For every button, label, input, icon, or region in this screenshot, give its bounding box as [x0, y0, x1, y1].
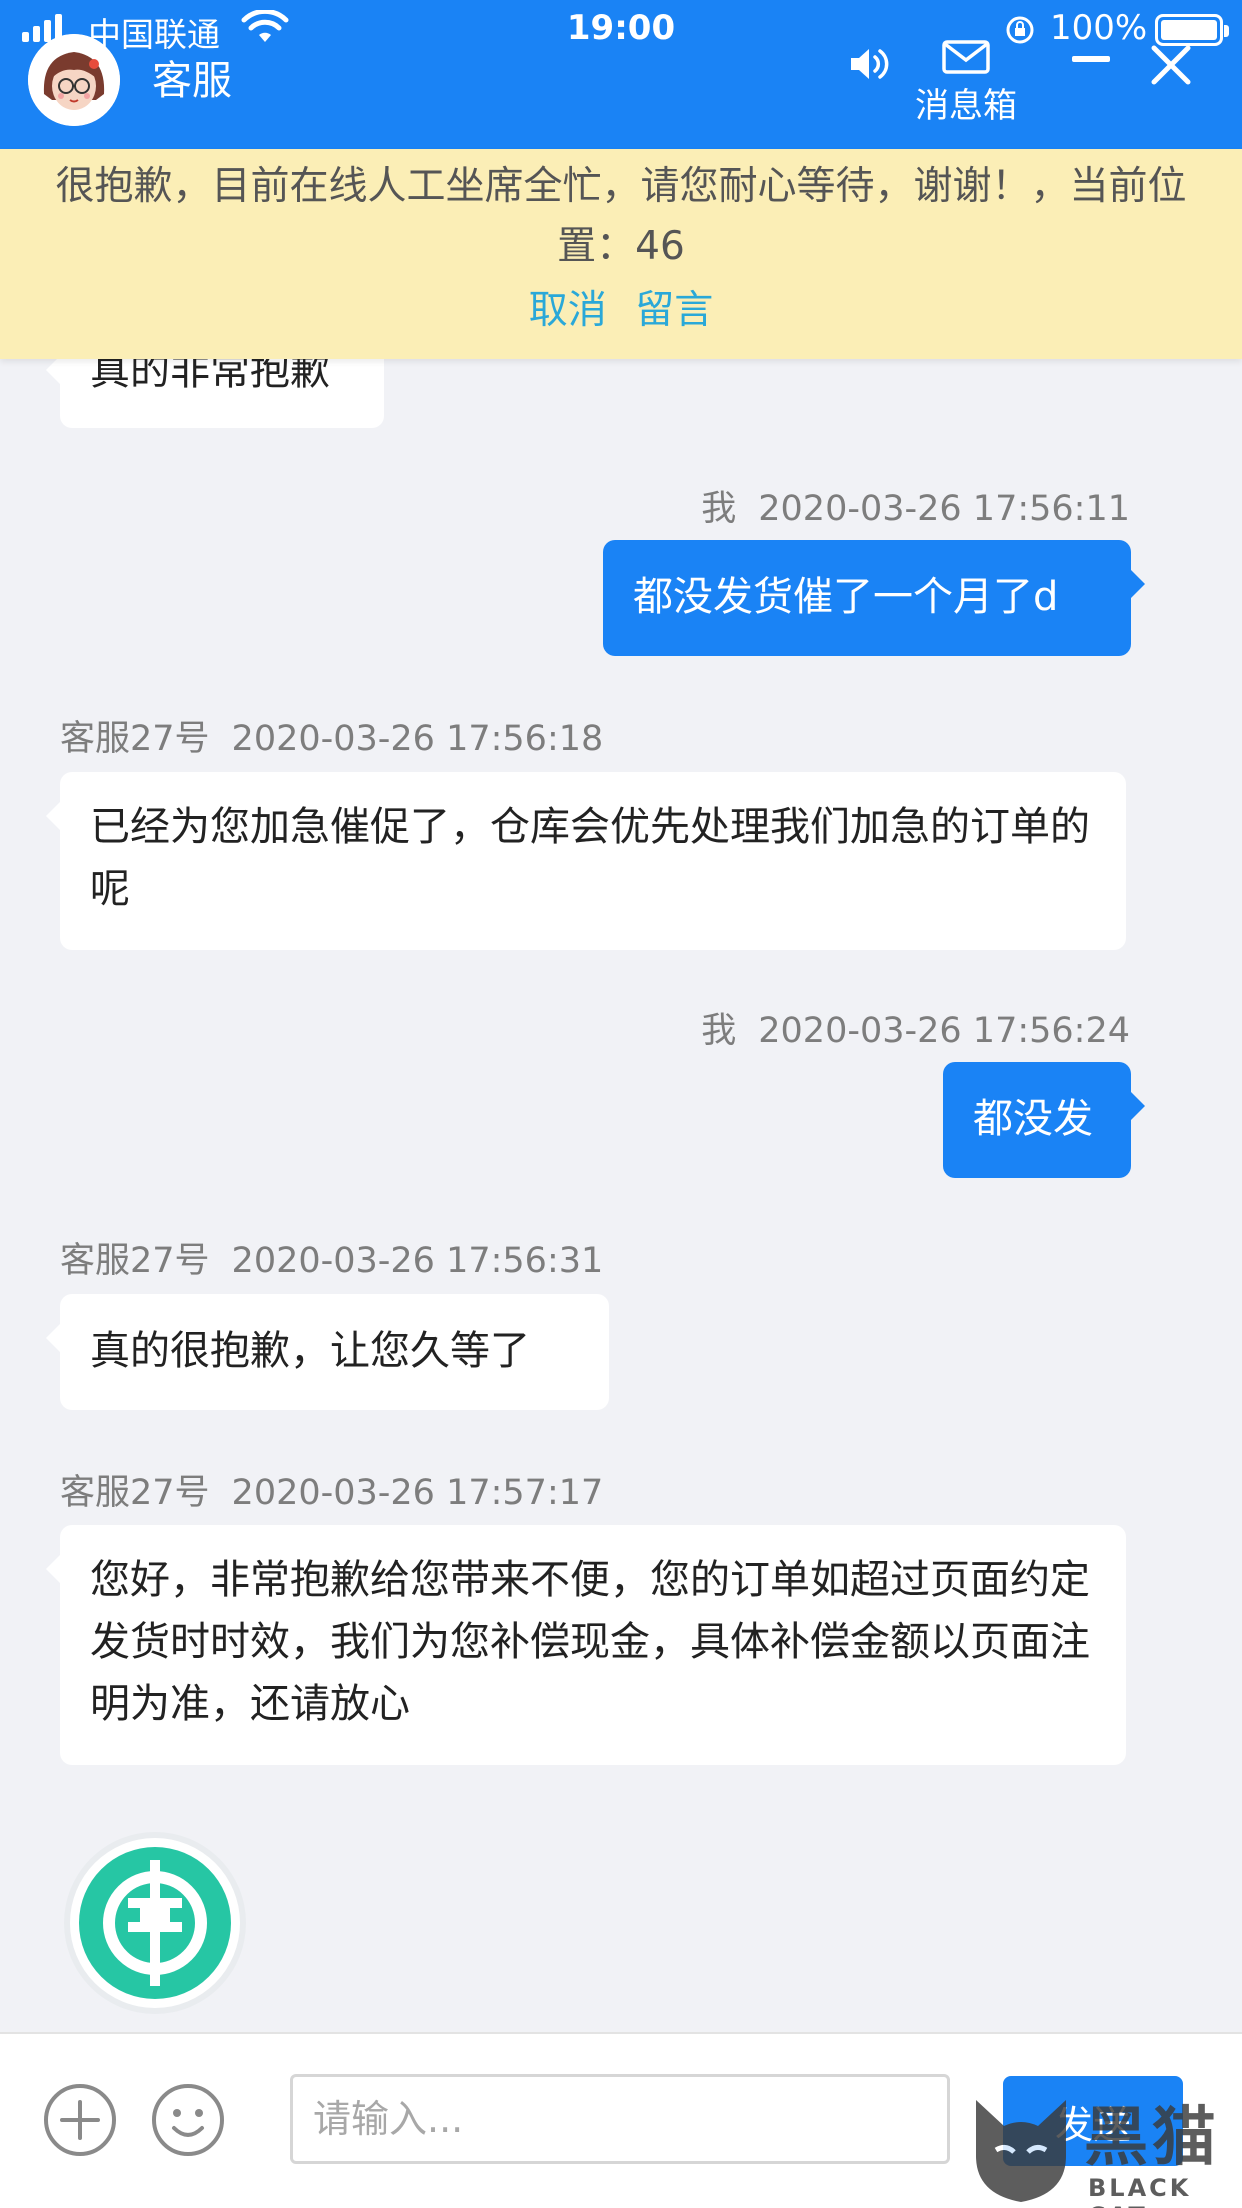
message-bubble-me: 都没发: [943, 1062, 1145, 1178]
message-sender: 客服27号: [60, 719, 210, 759]
message-time: 2020-03-26 17:56:18: [231, 719, 604, 759]
message-time: 2020-03-26 17:57:17: [231, 1473, 604, 1513]
avatar: [28, 34, 120, 126]
mail-icon: [942, 40, 990, 74]
message-sender: 客服27号: [60, 1473, 210, 1513]
queue-notice-text: 很抱歉，目前在线人工坐席全忙，请您耐心等待，谢谢！，当前位置：46: [55, 164, 1187, 269]
message-text: 已经为您加急催促了，仓库会优先处理我们加急的订单的呢: [90, 804, 1090, 912]
plus-icon[interactable]: [42, 2082, 118, 2158]
watermark-en: BLACK CAT: [1088, 2174, 1192, 2208]
page-title: 客服: [152, 58, 232, 104]
message-meta: 我 2020-03-26 17:56:11: [701, 480, 1130, 531]
message-sender: 客服27号: [60, 1241, 210, 1281]
close-icon[interactable]: [1150, 44, 1192, 86]
message-time: 2020-03-26 17:56:11: [758, 489, 1130, 529]
message-text: 都没发货催了一个月了d: [633, 574, 1059, 620]
message-text: 真的很抱歉，让您久等了: [90, 1328, 530, 1374]
message-bubble-cs: 您好，非常抱歉给您带来不便，您的订单如超过页面约定发货时时效，我们为您补偿现金，…: [46, 1525, 1126, 1765]
cat-logo-icon: [976, 2100, 1066, 2202]
emoji-icon[interactable]: [150, 2082, 226, 2158]
speaker-icon[interactable]: [845, 40, 893, 88]
bank-logo-button[interactable]: [70, 1838, 240, 2008]
message-meta: 客服27号 2020-03-26 17:57:17: [60, 1464, 603, 1515]
message-text: 都没发: [973, 1096, 1093, 1142]
battery-icon: [1155, 14, 1229, 46]
message-meta: 客服27号 2020-03-26 17:56:18: [60, 710, 603, 761]
message-time: 2020-03-26 17:56:31: [231, 1241, 604, 1281]
queue-notice: 很抱歉，目前在线人工坐席全忙，请您耐心等待，谢谢！，当前位置：46 取消 留言: [0, 149, 1242, 359]
message-bubble-me: 都没发货催了一个月了d: [603, 540, 1145, 656]
header-bar: 中国联通 19:00 100% 客服 消息箱: [0, 0, 1242, 149]
watermark-cn: 黑猫: [1084, 2101, 1220, 2175]
minimize-icon[interactable]: [1072, 56, 1110, 62]
message-sender: 我: [701, 489, 737, 529]
message-input[interactable]: [290, 2074, 950, 2164]
message-sender: 我: [701, 1011, 737, 1051]
message-meta: 客服27号 2020-03-26 17:56:31: [60, 1232, 603, 1283]
watermark: 黑猫 BLACK CAT: [966, 2086, 1242, 2208]
message-time: 2020-03-26 17:56:24: [758, 1011, 1130, 1051]
bank-logo-icon: [79, 1847, 231, 1999]
cancel-link[interactable]: 取消: [529, 288, 607, 333]
inbox-label: 消息箱: [915, 86, 1017, 126]
message-bubble-cs: 已经为您加急催促了，仓库会优先处理我们加急的订单的呢: [46, 772, 1126, 950]
battery-percent: 100%: [1050, 8, 1148, 48]
chat-screen: 中国联通 19:00 100% 客服 消息箱 很抱歉，目前在线人工坐席全忙，请您…: [0, 0, 1242, 2208]
queue-notice-actions: 取消 留言: [0, 279, 1242, 335]
inbox-button[interactable]: 消息箱: [906, 40, 1026, 126]
message-text: 您好，非常抱歉给您带来不便，您的订单如超过页面约定发货时时效，我们为您补偿现金，…: [90, 1557, 1090, 1727]
leave-message-link[interactable]: 留言: [635, 288, 713, 333]
message-meta: 我 2020-03-26 17:56:24: [701, 1002, 1130, 1053]
message-bubble-cs: 真的很抱歉，让您久等了: [46, 1294, 609, 1410]
